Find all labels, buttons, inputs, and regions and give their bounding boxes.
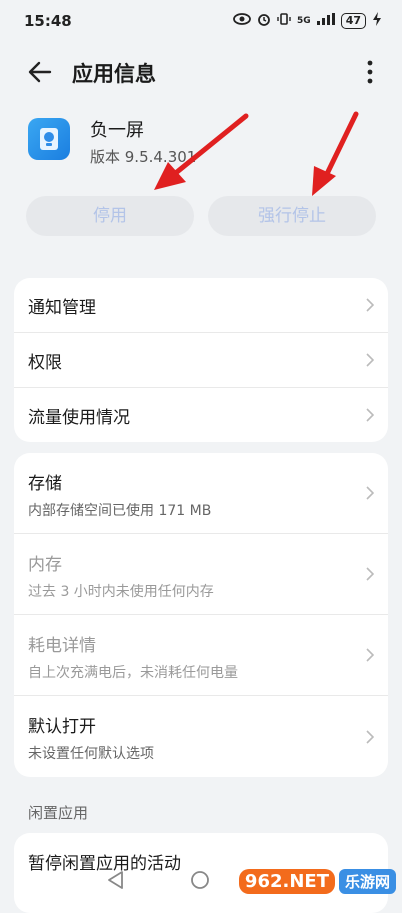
list-item-subtitle: 未设置任何默认选项	[28, 746, 154, 762]
list-item-label: 默认打开	[28, 717, 96, 737]
list-item-subtitle: 过去 3 小时内未使用任何内存	[28, 584, 214, 600]
chevron-right-icon	[366, 567, 374, 581]
eye-icon	[233, 13, 251, 29]
back-nav-icon[interactable]	[106, 870, 124, 890]
chevron-right-icon	[366, 298, 374, 312]
list-item-label: 通知管理	[28, 297, 96, 318]
list-item-subtitle: 自上次充满电后，未消耗任何电量	[28, 665, 238, 681]
list-item-data-usage[interactable]: 流量使用情况	[14, 388, 388, 442]
app-icon	[28, 118, 70, 160]
list-item-battery[interactable]: 耗电详情 自上次充满电后，未消耗任何电量	[14, 615, 388, 696]
settings-card-1: 通知管理 权限 流量使用情况	[14, 278, 388, 442]
status-time: 15:48	[24, 12, 72, 30]
chevron-right-icon	[366, 729, 374, 744]
list-item-label: 内存	[28, 555, 62, 575]
list-item-permissions[interactable]: 权限	[14, 333, 388, 388]
list-item-notifications[interactable]: 通知管理	[14, 278, 388, 333]
settings-card-2: 存储 内部存储空间已使用 171 MB 内存 过去 3 小时内未使用任何内存 耗…	[14, 453, 388, 777]
list-item-open-by-default[interactable]: 默认打开 未设置任何默认选项	[14, 696, 388, 777]
charging-icon	[372, 12, 382, 30]
section-title-unused-apps: 闲置应用	[28, 804, 89, 822]
network-type: 5G	[297, 15, 311, 26]
status-icons: 5G 47	[233, 12, 382, 30]
chevron-right-icon	[366, 486, 374, 500]
chevron-right-icon	[366, 353, 374, 367]
annotation-arrow-icon	[154, 113, 249, 190]
list-item-label: 权限	[28, 352, 62, 373]
disable-button[interactable]: 停用	[26, 196, 194, 236]
list-item-label: 存储	[28, 474, 62, 494]
app-name: 负一屏	[90, 120, 144, 141]
battery-indicator: 47	[340, 13, 366, 29]
list-item-memory[interactable]: 内存 过去 3 小时内未使用任何内存	[14, 534, 388, 615]
chevron-right-icon	[366, 408, 374, 422]
status-bar: 15:48 5G 47	[0, 0, 402, 44]
alarm-icon	[257, 12, 271, 30]
annotation-arrow-icon	[312, 111, 359, 196]
list-item-subtitle: 内部存储空间已使用 171 MB	[28, 503, 212, 519]
chevron-right-icon	[366, 648, 374, 662]
watermark-text: 乐游网	[338, 869, 396, 894]
home-nav-icon[interactable]	[190, 870, 210, 890]
watermark-text: 962.NET	[238, 869, 335, 894]
force-stop-button[interactable]: 强行停止	[208, 196, 376, 236]
list-item-label: 流量使用情况	[28, 407, 130, 428]
list-item-label: 耗电详情	[28, 636, 96, 656]
app-header: 应用信息	[0, 48, 402, 98]
vibrate-icon	[277, 12, 291, 30]
page-title: 应用信息	[72, 62, 156, 86]
signal-icon	[316, 13, 335, 29]
list-item-storage[interactable]: 存储 内部存储空间已使用 171 MB	[14, 453, 388, 534]
watermark-logo: 962.NET 乐游网	[238, 869, 396, 894]
more-options-icon[interactable]	[366, 58, 374, 86]
back-arrow-icon[interactable]	[26, 58, 54, 86]
